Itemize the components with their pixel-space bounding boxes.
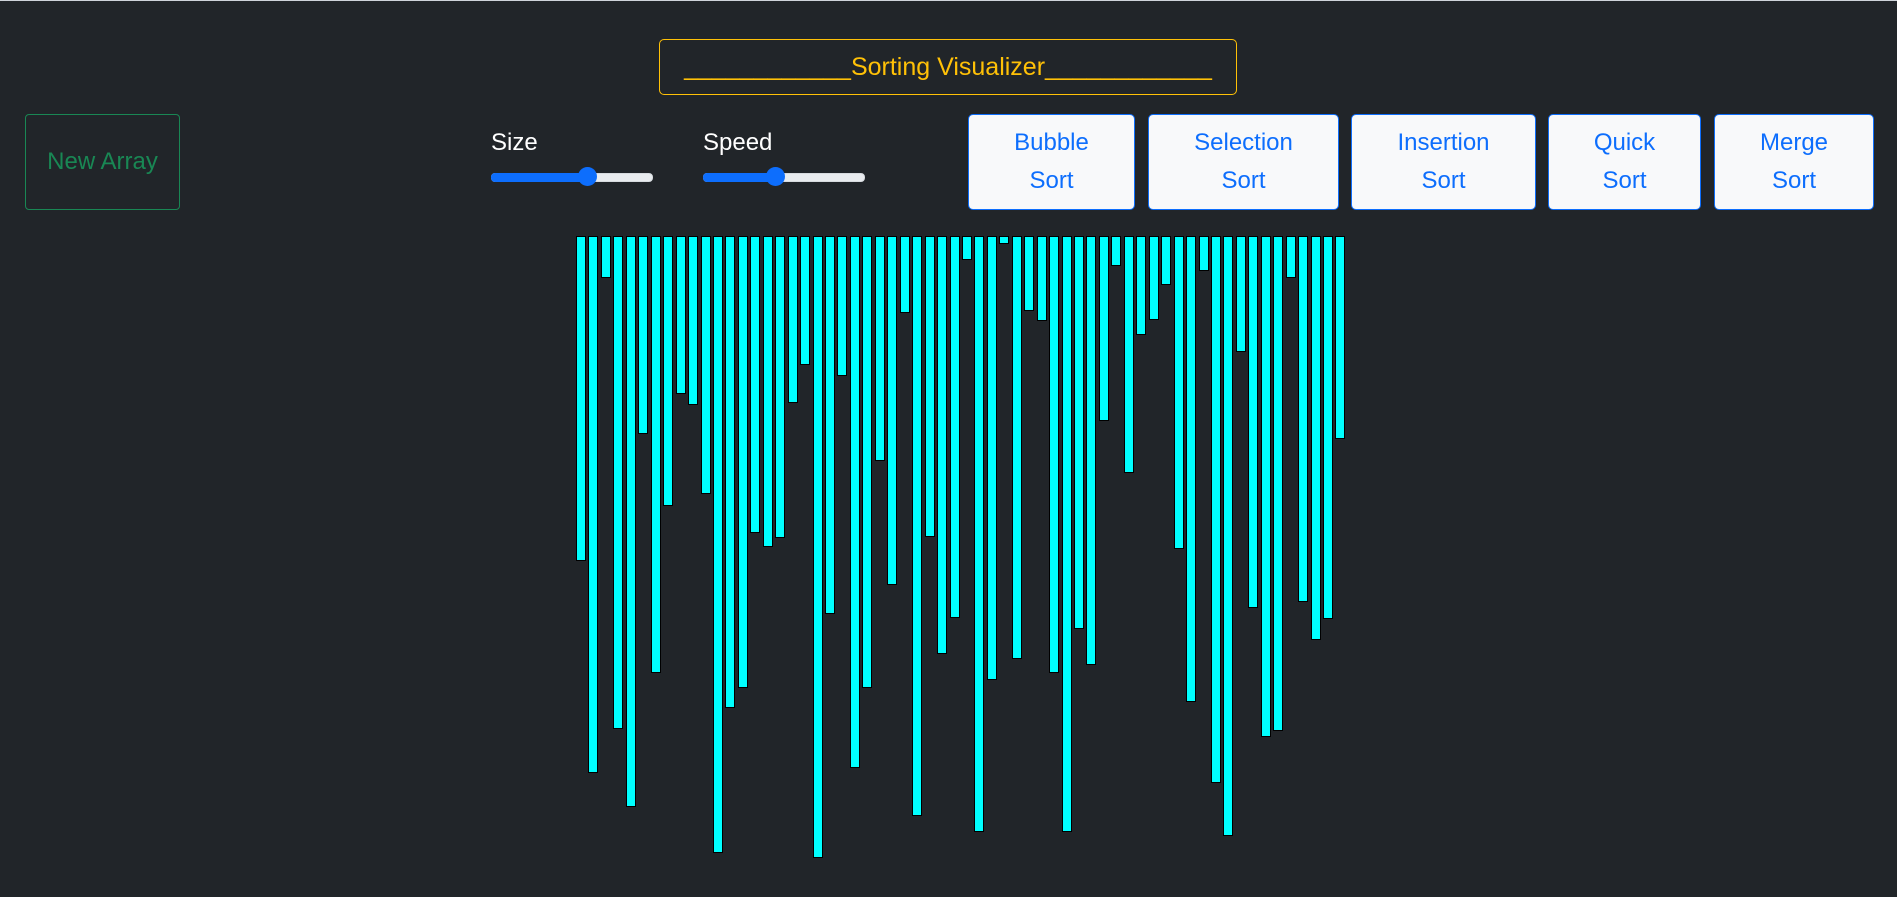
array-bar [800, 236, 810, 365]
speed-slider-thumb[interactable] [766, 167, 785, 186]
array-bar [813, 236, 823, 858]
array-bar [875, 236, 885, 461]
array-bars [576, 236, 1345, 861]
speed-slider-fill [703, 173, 775, 182]
bubble-sort-label-line1: Bubble [1014, 129, 1089, 156]
array-bar [638, 236, 648, 434]
size-slider-fill [491, 173, 587, 182]
array-bar [1248, 236, 1258, 608]
array-bar [937, 236, 947, 654]
array-bar [1124, 236, 1134, 473]
array-bar [738, 236, 748, 688]
array-bar [1273, 236, 1283, 731]
array-bar [725, 236, 735, 708]
bubble-sort-button[interactable]: Bubble Sort [968, 114, 1135, 210]
array-bar [1236, 236, 1246, 352]
array-bar [850, 236, 860, 768]
array-bar [1186, 236, 1196, 702]
size-slider[interactable] [491, 166, 653, 186]
array-bar [1335, 236, 1345, 439]
array-bar [1086, 236, 1096, 665]
array-bar [1199, 236, 1209, 271]
array-bar [974, 236, 984, 832]
array-bar [676, 236, 686, 394]
insertion-sort-button[interactable]: Insertion Sort [1351, 114, 1536, 210]
array-bar [1323, 236, 1333, 619]
quick-sort-button[interactable]: Quick Sort [1548, 114, 1701, 210]
array-bar [1111, 236, 1121, 266]
array-bar [862, 236, 872, 688]
array-bar [825, 236, 835, 614]
array-bar [1136, 236, 1146, 335]
merge-sort-label-line1: Merge [1759, 129, 1829, 156]
bubble-sort-label-line2: Sort [1029, 167, 1074, 194]
top-border [0, 0, 1897, 1]
array-bar [788, 236, 798, 403]
array-bar [837, 236, 847, 376]
array-bar [1223, 236, 1233, 836]
array-bar [601, 236, 611, 278]
speed-slider[interactable] [703, 166, 865, 186]
size-control: Size [491, 128, 653, 186]
quick-sort-label-line1: Quick [1593, 129, 1656, 156]
array-bar [1062, 236, 1072, 832]
array-bar [688, 236, 698, 405]
array-bar [1149, 236, 1159, 320]
array-bar [1099, 236, 1109, 421]
array-bar [651, 236, 661, 673]
size-slider-thumb[interactable] [578, 167, 597, 186]
array-bar [950, 236, 960, 618]
selection-sort-label-line2: Sort [1221, 167, 1266, 194]
array-bar [1074, 236, 1084, 629]
array-bar [962, 236, 972, 260]
array-bar [999, 236, 1009, 244]
size-label: Size [491, 129, 538, 156]
speed-label: Speed [703, 129, 773, 156]
array-bar [1311, 236, 1321, 640]
array-bar [1024, 236, 1034, 311]
insertion-sort-label-line2: Sort [1421, 167, 1466, 194]
array-bar [713, 236, 723, 853]
selection-sort-label-line1: Selection [1194, 129, 1293, 156]
speed-control: Speed [703, 128, 865, 186]
array-bar [1049, 236, 1059, 673]
array-bar [775, 236, 785, 538]
array-bar [900, 236, 910, 313]
array-bar [1161, 236, 1171, 285]
array-bar [1174, 236, 1184, 549]
array-bar [626, 236, 636, 807]
array-bar [1286, 236, 1296, 278]
array-bar [1298, 236, 1308, 602]
array-bar [613, 236, 623, 729]
array-bar [912, 236, 922, 816]
quick-sort-label-line2: Sort [1602, 167, 1647, 194]
insertion-sort-label-line1: Insertion [1397, 129, 1490, 156]
array-bar [663, 236, 673, 506]
array-bar [701, 236, 711, 494]
merge-sort-button[interactable]: Merge Sort [1714, 114, 1874, 210]
new-array-button[interactable]: New Array [25, 114, 180, 210]
array-bar [1211, 236, 1221, 783]
array-bar [1037, 236, 1047, 321]
array-bar [1012, 236, 1022, 659]
array-bar [925, 236, 935, 537]
merge-sort-label-line2: Sort [1771, 167, 1816, 194]
array-bar [750, 236, 760, 533]
page-title: ____________Sorting Visualizer__________… [659, 39, 1237, 95]
array-bar [1261, 236, 1271, 737]
array-bar [763, 236, 773, 547]
array-bar [987, 236, 997, 680]
array-bar [887, 236, 897, 585]
selection-sort-button[interactable]: Selection Sort [1148, 114, 1339, 210]
array-bar [588, 236, 598, 773]
array-bar [576, 236, 586, 561]
